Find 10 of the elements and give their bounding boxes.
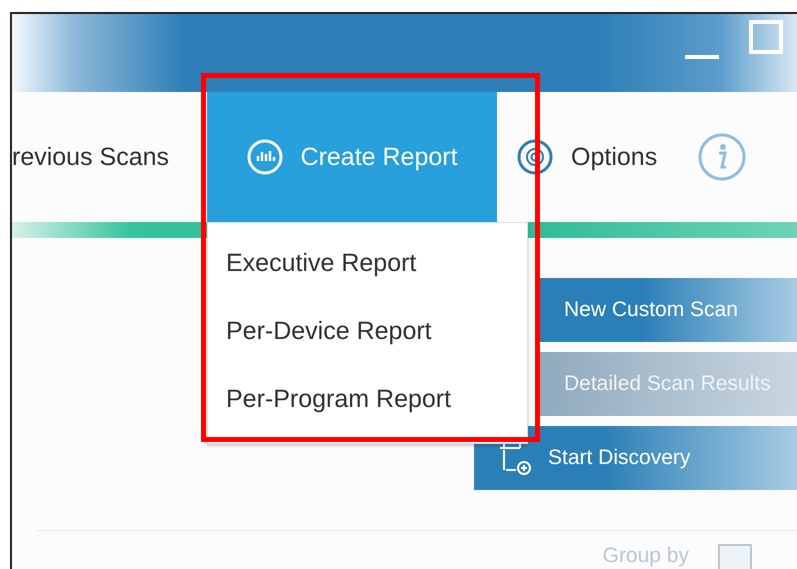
action-button[interactable]: New Custom Scan — [540, 278, 797, 342]
nav-tab[interactable]: revious Scans — [12, 92, 208, 222]
nav-tab[interactable]: Options — [497, 92, 678, 222]
chart-icon — [246, 139, 283, 175]
action-button[interactable]: Start Discovery — [474, 426, 797, 490]
menu-item[interactable]: Per-Device Report — [208, 297, 527, 365]
info-icon — [697, 132, 748, 182]
group-by-label: Group by — [602, 544, 689, 568]
maximize-icon[interactable] — [749, 20, 783, 54]
menu-item[interactable]: Executive Report — [208, 229, 527, 297]
